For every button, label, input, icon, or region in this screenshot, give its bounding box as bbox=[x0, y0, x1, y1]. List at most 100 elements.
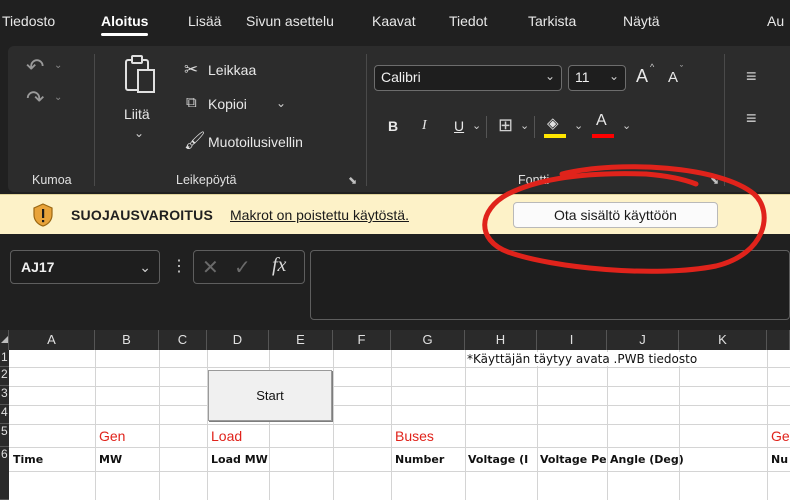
col-header-l[interactable] bbox=[767, 330, 790, 350]
row-header-3[interactable]: 3 bbox=[0, 386, 9, 405]
italic-button[interactable]: I bbox=[422, 118, 427, 134]
tab-lisaa[interactable]: Lisää bbox=[188, 13, 221, 29]
tab-aloitus[interactable]: Aloitus bbox=[101, 13, 149, 36]
font-color-button[interactable]: A bbox=[592, 112, 616, 140]
undo-group-label: Kumoa bbox=[32, 173, 72, 187]
format-painter-button[interactable]: Muotoilusivellin bbox=[208, 134, 303, 150]
col-header-e[interactable]: E bbox=[269, 330, 333, 350]
col-header-b[interactable]: B bbox=[95, 330, 159, 350]
font-size-value: 11 bbox=[575, 69, 590, 85]
tab-sivun-asettelu[interactable]: Sivun asettelu bbox=[246, 13, 334, 29]
tab-tarkista[interactable]: Tarkista bbox=[528, 13, 576, 29]
fill-color-dropdown-icon[interactable]: ⌄ bbox=[574, 119, 583, 132]
cell-i6-voltage-pe[interactable]: Voltage Pe bbox=[540, 453, 606, 466]
cell-b5-gen[interactable]: Gen bbox=[99, 428, 125, 444]
more-options-icon[interactable]: ⋮ bbox=[171, 256, 187, 276]
col-header-i[interactable]: I bbox=[537, 330, 607, 350]
paste-button[interactable]: Liitä ⌄ bbox=[118, 54, 164, 154]
align-top-icon[interactable]: ≡ bbox=[746, 66, 757, 87]
borders-icon[interactable]: ⊞ bbox=[498, 115, 513, 136]
col-header-j[interactable]: J bbox=[607, 330, 679, 350]
insert-function-button[interactable]: fx bbox=[272, 254, 286, 277]
cell-d5-load[interactable]: Load bbox=[211, 428, 242, 444]
cell-b6-mw[interactable]: MW bbox=[99, 453, 122, 466]
cell-j6-angle[interactable]: Angle (Deg) bbox=[610, 453, 684, 466]
row-header-1[interactable]: 1 bbox=[0, 350, 9, 367]
row-header-6[interactable]: 6 bbox=[0, 447, 9, 500]
shield-icon bbox=[33, 203, 53, 227]
clipboard-group-label: Leikepöytä bbox=[176, 173, 237, 187]
enter-check-icon[interactable]: ✓ bbox=[234, 255, 251, 280]
cut-button[interactable]: Leikkaa bbox=[208, 62, 256, 78]
group-divider bbox=[94, 54, 95, 186]
cell-g6-number[interactable]: Number bbox=[395, 453, 444, 466]
enable-content-button[interactable]: Ota sisältö käyttöön bbox=[513, 202, 718, 228]
font-launcher-icon[interactable]: ⬊ bbox=[710, 174, 719, 187]
underline-dropdown-icon[interactable]: ⌄ bbox=[472, 119, 481, 132]
bold-button[interactable]: B bbox=[388, 118, 398, 134]
font-color-dropdown-icon[interactable]: ⌄ bbox=[622, 119, 631, 132]
col-header-f[interactable]: F bbox=[333, 330, 391, 350]
macros-disabled-link[interactable]: Makrot on poistettu käytöstä. bbox=[230, 207, 409, 223]
name-box[interactable]: AJ17 ⌄ bbox=[10, 250, 160, 284]
row-header-2[interactable]: 2 bbox=[0, 367, 9, 386]
cancel-icon[interactable]: ✕ bbox=[202, 255, 219, 280]
chevron-down-icon: ⌄ bbox=[544, 69, 555, 83]
tab-nayta[interactable]: Näytä bbox=[623, 13, 660, 29]
tab-more[interactable]: Au bbox=[767, 13, 784, 29]
formula-bar: AJ17 ⌄ ⋮ ✕ ✓ fx bbox=[0, 234, 790, 330]
gridline bbox=[465, 350, 466, 500]
undo-icon[interactable]: ↶ bbox=[26, 54, 44, 80]
borders-dropdown-icon[interactable]: ⌄ bbox=[520, 119, 529, 132]
copy-icon: ⧉ bbox=[186, 94, 197, 111]
grow-font-button[interactable]: A bbox=[636, 66, 648, 87]
cell-h6-voltage-pu[interactable]: Voltage (I bbox=[468, 453, 536, 466]
font-family-select[interactable]: Calibri ⌄ bbox=[374, 65, 562, 91]
undo-dropdown-icon[interactable]: ⌄ bbox=[54, 60, 62, 71]
col-header-h[interactable]: H bbox=[465, 330, 537, 350]
gridline bbox=[9, 424, 790, 425]
font-family-value: Calibri bbox=[381, 69, 421, 85]
tab-kaavat[interactable]: Kaavat bbox=[372, 13, 416, 29]
col-header-g[interactable]: G bbox=[391, 330, 465, 350]
copy-button[interactable]: Kopioi bbox=[208, 96, 247, 112]
name-box-value: AJ17 bbox=[21, 259, 55, 275]
col-header-k[interactable]: K bbox=[679, 330, 767, 350]
fill-color-button[interactable]: ◈ bbox=[544, 114, 568, 140]
gridline bbox=[95, 350, 96, 500]
paste-dropdown-icon[interactable]: ⌄ bbox=[134, 126, 144, 140]
cell-d6-load-mw[interactable]: Load MW bbox=[211, 453, 268, 466]
cell-h1-note[interactable]: *Käyttäjän täytyy avata .PWB tiedosto bbox=[467, 352, 700, 366]
col-header-d[interactable]: D bbox=[207, 330, 269, 350]
clipboard-launcher-icon[interactable]: ⬊ bbox=[348, 174, 357, 187]
gridline bbox=[9, 471, 790, 472]
select-all-corner[interactable] bbox=[0, 330, 9, 350]
gridline bbox=[159, 350, 160, 500]
caret-up-icon: ^ bbox=[650, 62, 655, 72]
cell-a6-time[interactable]: Time bbox=[13, 453, 43, 466]
copy-dropdown-icon[interactable]: ⌄ bbox=[276, 96, 286, 110]
row-header-4[interactable]: 4 bbox=[0, 405, 9, 424]
gridline bbox=[679, 350, 680, 500]
row-header-5[interactable]: 5 bbox=[0, 424, 9, 447]
cell-l6-number[interactable]: Nu bbox=[771, 453, 788, 466]
redo-dropdown-icon[interactable]: ⌄ bbox=[54, 92, 62, 103]
underline-button[interactable]: U bbox=[454, 118, 464, 134]
chevron-down-icon: ⌄ bbox=[608, 69, 619, 83]
shrink-font-button[interactable]: A bbox=[668, 69, 678, 86]
font-size-select[interactable]: 11 ⌄ bbox=[568, 65, 626, 91]
security-warning-title: SUOJAUSVAROITUS bbox=[71, 207, 213, 223]
formula-input[interactable] bbox=[310, 250, 790, 320]
col-header-c[interactable]: C bbox=[159, 330, 207, 350]
align-left-icon[interactable]: ≡ bbox=[746, 108, 757, 129]
col-header-a[interactable]: A bbox=[9, 330, 95, 350]
cell-l5-gen[interactable]: Ge bbox=[771, 428, 790, 444]
ribbon: ↶ ⌄ ↷ ⌄ Kumoa Liitä ⌄ ✂ Leikkaa ⧉ Kopioi… bbox=[8, 46, 790, 192]
tab-tiedot[interactable]: Tiedot bbox=[449, 13, 487, 29]
cell-g5-buses[interactable]: Buses bbox=[395, 428, 434, 444]
redo-icon[interactable]: ↷ bbox=[26, 86, 44, 112]
tab-tiedosto[interactable]: Tiedosto bbox=[2, 13, 55, 29]
gridline bbox=[9, 367, 790, 368]
start-button[interactable]: Start bbox=[208, 370, 332, 421]
gridline bbox=[333, 350, 334, 500]
